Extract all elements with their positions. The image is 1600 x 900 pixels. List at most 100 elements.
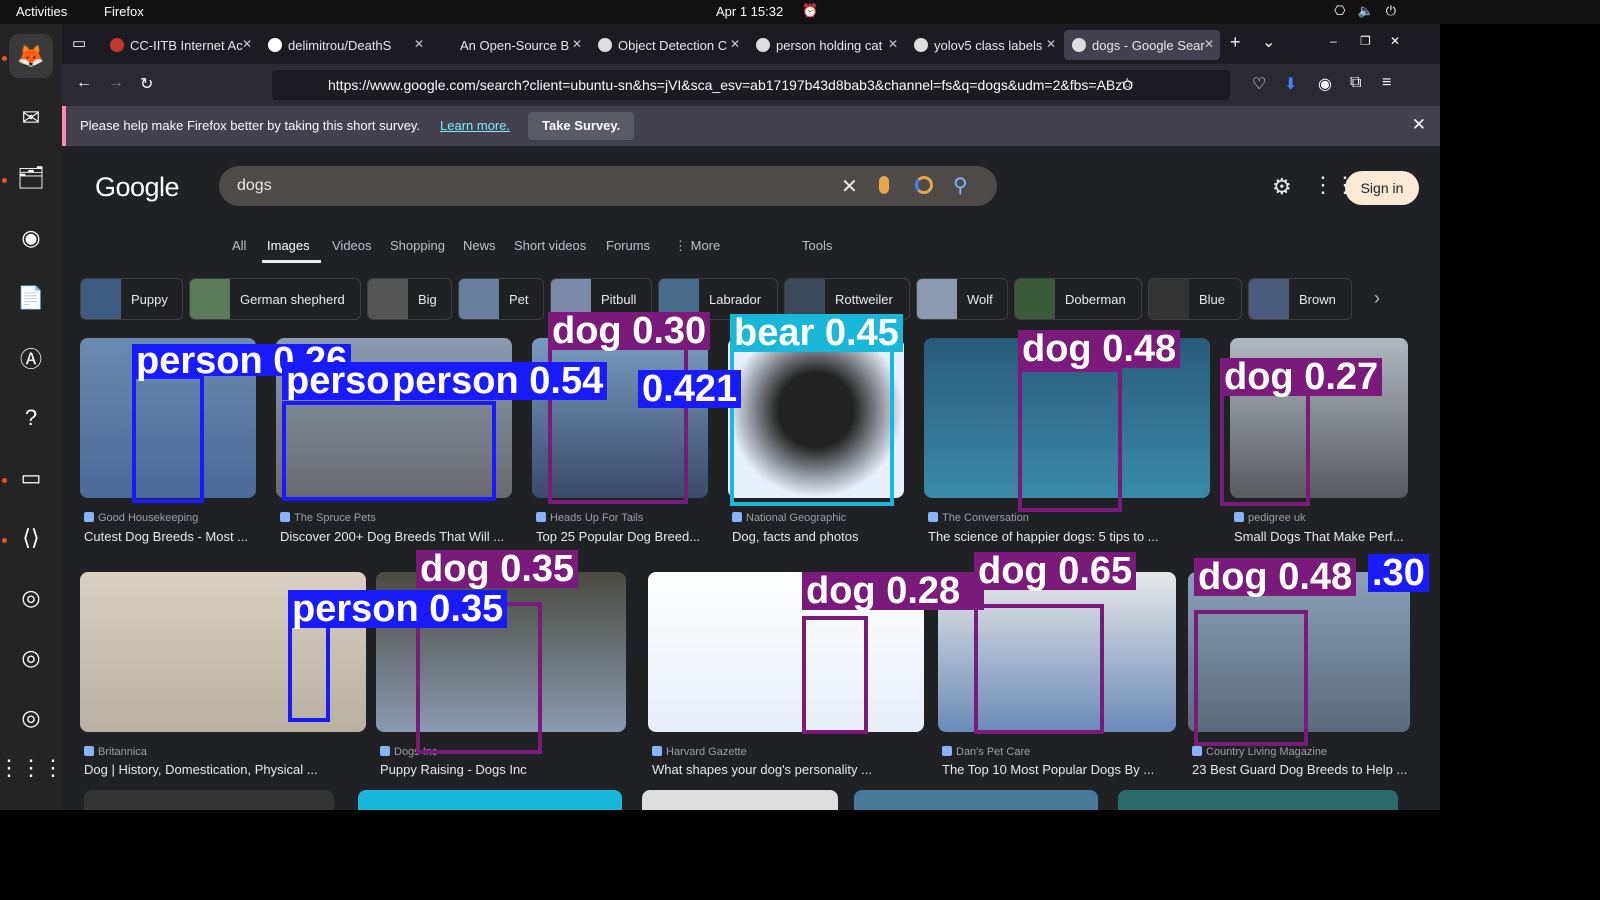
sign-in-button[interactable]: Sign in — [1345, 171, 1419, 205]
filter-images[interactable]: Images — [267, 238, 310, 253]
result-image[interactable] — [84, 790, 334, 810]
account-icon[interactable]: ◉ — [1318, 74, 1332, 94]
detection-label: dog 0.65 — [974, 552, 1137, 590]
detection-box — [282, 401, 496, 501]
result-caption[interactable]: Top 25 Popular Dog Breed... — [536, 529, 712, 544]
source-label[interactable]: Good Housekeeping — [84, 512, 198, 524]
result-image[interactable] — [854, 790, 1098, 810]
source-label[interactable]: pedigree uk — [1234, 512, 1306, 524]
firefox-icon[interactable]: 🦊 — [9, 34, 53, 78]
minimize-icon[interactable]: – — [1330, 34, 1337, 48]
source-label[interactable]: Heads Up For Tails — [536, 512, 643, 524]
tab-2[interactable]: An Open-Source B ✕ — [432, 30, 588, 60]
filter-shopping[interactable]: Shopping — [390, 238, 445, 253]
source-label[interactable]: National Geographic — [732, 512, 846, 524]
pocket-icon[interactable]: ♡ — [1252, 74, 1266, 94]
source-label[interactable]: Country Living Magazine — [1192, 746, 1327, 758]
tab-5[interactable]: yolov5 class labels ✕ — [906, 30, 1062, 60]
detection-label: 0.421 — [638, 370, 742, 408]
google-logo[interactable]: Google — [95, 172, 180, 203]
app-menu[interactable]: Firefox — [104, 4, 144, 19]
search-input[interactable]: dogs — [237, 177, 272, 195]
thunderbird-icon[interactable]: ✉ — [9, 96, 53, 140]
result-caption[interactable]: 23 Best Guard Dog Breeds to Help ... — [1192, 762, 1414, 777]
search-icon[interactable]: ⚲ — [953, 173, 968, 198]
app-center-icon[interactable]: Ⓐ — [9, 336, 53, 380]
tab-overflow-icon[interactable]: ⌄ — [1262, 32, 1275, 52]
url-bar[interactable]: https://www.google.com/search?client=ubu… — [272, 70, 1230, 100]
vscode-icon[interactable]: ⟨⟩ — [9, 516, 53, 560]
search-box[interactable]: dogs ✕ ⚲ — [219, 166, 997, 206]
filter-forums[interactable]: Forums — [606, 238, 650, 253]
filter-all[interactable]: All — [232, 238, 246, 253]
system-tray-icons[interactable]: ⎔🔈⏻ — [1334, 3, 1408, 19]
chip-pet[interactable]: Pet — [458, 278, 544, 320]
filter-videos[interactable]: Videos — [332, 238, 372, 253]
bookmark-star-icon[interactable]: ☆ — [1120, 74, 1134, 94]
filter-short-videos[interactable]: Short videos — [514, 238, 586, 253]
show-apps-icon[interactable]: ⋮⋮⋮ — [0, 746, 64, 790]
source-label[interactable]: Harvard Gazette — [652, 746, 747, 758]
result-caption[interactable]: Puppy Raising - Dogs Inc — [380, 762, 630, 777]
chevron-right-icon[interactable]: › — [1374, 288, 1380, 309]
result-caption[interactable]: Discover 200+ Dog Breeds That Will ... — [280, 529, 516, 544]
disc-icon-2[interactable]: ◎ — [9, 636, 53, 680]
chip-big[interactable]: Big — [367, 278, 452, 320]
writer-icon[interactable]: 📄 — [9, 276, 53, 320]
detection-label: dog 0.48 — [1194, 558, 1357, 596]
tab-6[interactable]: dogs - Google Sear ✕ — [1064, 30, 1220, 60]
clear-icon[interactable]: ✕ — [841, 174, 858, 199]
take-survey-button[interactable]: Take Survey. — [528, 112, 635, 140]
tools-button[interactable]: Tools — [802, 238, 832, 253]
result-caption[interactable]: Cutest Dog Breeds - Most ... — [84, 529, 260, 544]
result-caption[interactable]: The Top 10 Most Popular Dogs By ... — [942, 762, 1180, 777]
result-image[interactable] — [642, 790, 838, 810]
learn-more-link[interactable]: Learn more. — [440, 118, 510, 133]
result-caption[interactable]: Dog, facts and photos — [732, 529, 908, 544]
close-window-icon[interactable]: ✕ — [1390, 34, 1400, 48]
download-icon[interactable]: ⬇ — [1284, 74, 1297, 94]
gear-icon[interactable]: ⚙ — [1272, 174, 1292, 200]
menu-icon[interactable]: ≡ — [1382, 74, 1391, 92]
chip-german-shepherd[interactable]: German shepherd — [189, 278, 361, 320]
result-image[interactable] — [1118, 790, 1398, 810]
tab-4[interactable]: person holding cat ✕ — [748, 30, 904, 60]
activities-button[interactable]: Activities — [16, 4, 67, 19]
chip-brown[interactable]: Brown — [1248, 278, 1352, 320]
files-icon[interactable]: 🗂 — [9, 156, 53, 200]
tab-0[interactable]: CC-IITB Internet Ac ✕ — [102, 30, 258, 60]
source-label[interactable]: The Spruce Pets — [280, 512, 376, 524]
close-notice-icon[interactable]: ✕ — [1412, 115, 1426, 135]
clock[interactable]: Apr 1 15:32 — [716, 4, 783, 19]
source-label[interactable]: Britannica — [84, 746, 147, 758]
tab-list-icon[interactable]: ▭ — [72, 34, 86, 52]
forward-icon[interactable]: → — [108, 74, 124, 92]
tab-1[interactable]: delimitrou/DeathS ✕ — [260, 30, 430, 60]
reload-icon[interactable]: ↻ — [140, 74, 153, 94]
filter-more[interactable]: ⋮ More — [674, 238, 720, 254]
rhythmbox-icon[interactable]: ◉ — [9, 216, 53, 260]
chip-puppy[interactable]: Puppy — [80, 278, 183, 320]
lens-icon[interactable] — [915, 176, 933, 194]
terminal-icon[interactable]: ▭ — [9, 456, 53, 500]
back-icon[interactable]: ← — [76, 74, 92, 92]
maximize-icon[interactable]: ❐ — [1360, 34, 1371, 48]
microphone-icon[interactable] — [879, 176, 889, 194]
result-caption[interactable]: Dog | History, Domestication, Physical .… — [84, 762, 370, 777]
source-label[interactable]: The Conversation — [928, 512, 1029, 524]
disc-icon-3[interactable]: ◎ — [9, 696, 53, 740]
source-label[interactable]: Dan's Pet Care — [942, 746, 1030, 758]
result-image[interactable] — [358, 790, 622, 810]
new-tab-icon[interactable]: + — [1230, 32, 1241, 53]
chip-wolf[interactable]: Wolf — [916, 278, 1008, 320]
tab-3[interactable]: Object Detection C ✕ — [590, 30, 746, 60]
help-icon[interactable]: ? — [9, 396, 53, 440]
result-caption[interactable]: The science of happier dogs: 5 tips to .… — [928, 529, 1214, 544]
extensions-icon[interactable]: ⧉ — [1350, 74, 1361, 92]
disc-icon[interactable]: ◎ — [9, 576, 53, 620]
result-caption[interactable]: What shapes your dog's personality ... — [652, 762, 928, 777]
chip-blue[interactable]: Blue — [1148, 278, 1242, 320]
filter-news[interactable]: News — [463, 238, 496, 253]
result-caption[interactable]: Small Dogs That Make Perf... — [1234, 529, 1410, 544]
chip-doberman[interactable]: Doberman — [1014, 278, 1142, 320]
